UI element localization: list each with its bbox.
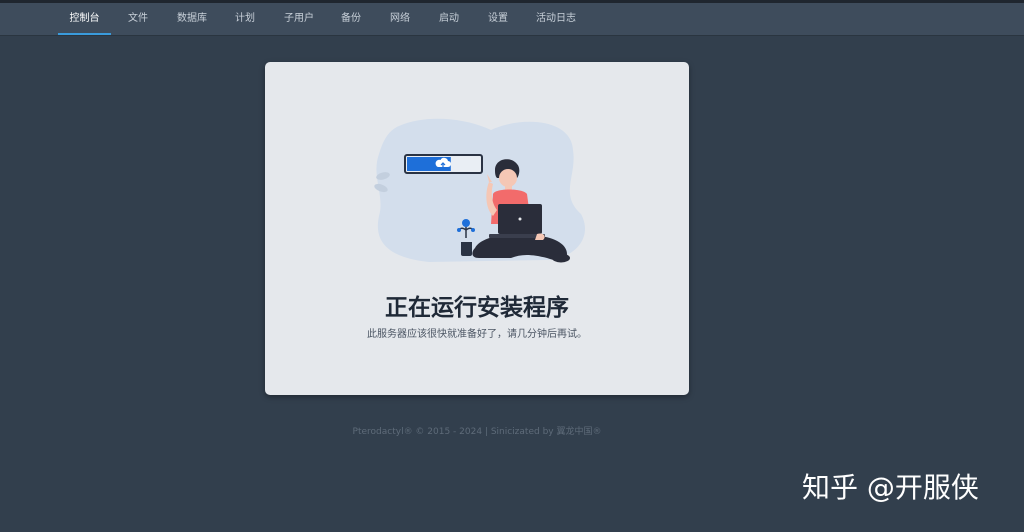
plant-flower xyxy=(462,219,470,227)
person-foot xyxy=(552,253,570,263)
nav-tab-activity-log[interactable]: 活动日志 xyxy=(528,3,584,35)
nav-tab-files[interactable]: 文件 xyxy=(121,3,155,35)
laptop-logo xyxy=(518,217,522,221)
installing-illustration xyxy=(374,118,586,263)
nav-tab-backups[interactable]: 备份 xyxy=(334,3,368,35)
top-navbar: 控制台 文件 数据库 计划 子用户 备份 网络 启动 设置 活动日志 xyxy=(0,3,1024,36)
watermark-text: 知乎 @开服侠 xyxy=(802,471,979,504)
installing-card: 正在运行安装程序 此服务器应该很快就准备好了，请几分钟后再试。 xyxy=(265,62,689,395)
nav-tab-startup[interactable]: 启动 xyxy=(432,3,466,35)
plant-pot xyxy=(461,242,472,256)
nav-tab-schedules[interactable]: 计划 xyxy=(228,3,262,35)
page-title: 正在运行安装程序 xyxy=(385,295,569,321)
nav-tab-network[interactable]: 网络 xyxy=(383,3,417,35)
person-face xyxy=(499,169,517,187)
footer-copyright: Pterodactyl® © 2015 - 2024 | Sinicizated… xyxy=(352,427,602,437)
nav-tab-users[interactable]: 子用户 xyxy=(274,3,324,35)
nav-tab-settings[interactable]: 设置 xyxy=(481,3,515,35)
nav-tab-databases[interactable]: 数据库 xyxy=(167,3,217,35)
nav-tab-console[interactable]: 控制台 xyxy=(58,3,111,35)
page-subtitle: 此服务器应该很快就准备好了，请几分钟后再试。 xyxy=(367,329,587,340)
